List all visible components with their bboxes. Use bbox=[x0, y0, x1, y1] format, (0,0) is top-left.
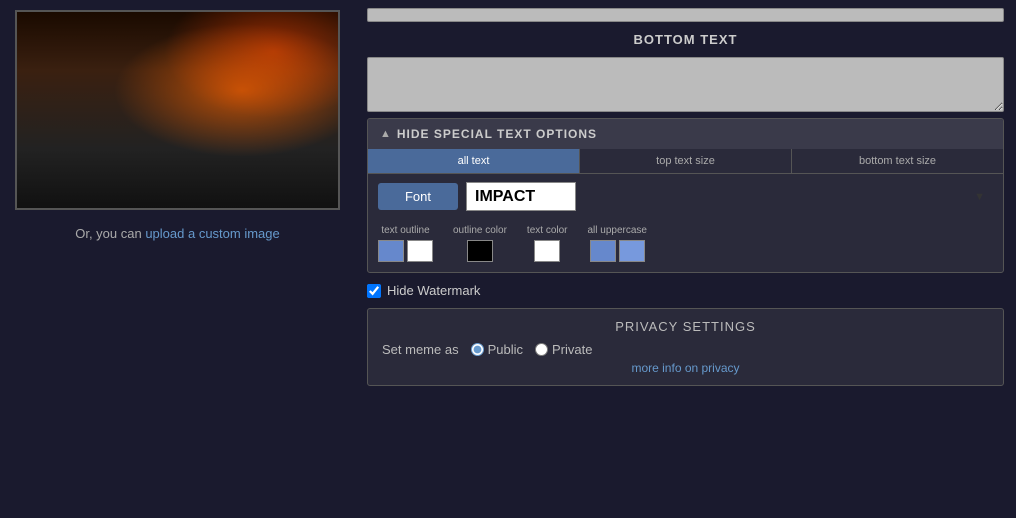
left-panel: Or, you can upload a custom image bbox=[0, 0, 355, 518]
font-button[interactable]: Font bbox=[378, 183, 458, 210]
outline-color-swatch-black[interactable] bbox=[467, 240, 493, 262]
text-outline-option: text outline bbox=[378, 225, 433, 262]
toggle-arrow-icon: ▲ bbox=[380, 128, 391, 140]
privacy-row: Set meme as Public Private bbox=[382, 342, 989, 357]
text-outline-swatch-white[interactable] bbox=[407, 240, 433, 262]
text-color-swatch-white[interactable] bbox=[534, 240, 560, 262]
outline-color-swatches bbox=[467, 240, 493, 262]
color-options-row: text outline outline color text color bbox=[368, 219, 1003, 272]
watermark-row: Hide Watermark bbox=[367, 279, 1004, 302]
tab-bottom-text-size[interactable]: bottom text size bbox=[792, 149, 1003, 173]
watermark-label: Hide Watermark bbox=[387, 283, 480, 298]
font-select[interactable]: IMPACT Arial Comic Sans bbox=[466, 182, 576, 211]
private-radio[interactable] bbox=[535, 343, 548, 356]
meme-bg bbox=[17, 12, 338, 208]
more-info-link[interactable]: more info on privacy bbox=[382, 361, 989, 375]
special-options-title: HIDE SPECIAL TEXT OPTIONS bbox=[397, 127, 597, 141]
top-text-input[interactable] bbox=[367, 8, 1004, 22]
private-option[interactable]: Private bbox=[535, 342, 592, 357]
text-color-label: text color bbox=[527, 225, 568, 236]
tab-top-text-size[interactable]: top text size bbox=[580, 149, 792, 173]
font-row: Font IMPACT Arial Comic Sans bbox=[368, 174, 1003, 219]
all-uppercase-swatches bbox=[590, 240, 645, 262]
text-color-swatches bbox=[534, 240, 560, 262]
text-outline-swatches bbox=[378, 240, 433, 262]
text-size-tabs: all text top text size bottom text size bbox=[368, 149, 1003, 174]
outline-color-label: outline color bbox=[453, 225, 507, 236]
text-outline-swatch-blue[interactable] bbox=[378, 240, 404, 262]
privacy-panel: PRIVACY SETTINGS Set meme as Public Priv… bbox=[367, 308, 1004, 386]
special-options-toggle[interactable]: ▲ HIDE SPECIAL TEXT OPTIONS bbox=[368, 119, 1003, 149]
public-radio[interactable] bbox=[471, 343, 484, 356]
outline-color-option: outline color bbox=[453, 225, 507, 262]
all-uppercase-option: all uppercase bbox=[588, 225, 647, 262]
all-uppercase-swatch-blue2[interactable] bbox=[619, 240, 645, 262]
set-meme-as-label: Set meme as bbox=[382, 342, 459, 357]
meme-preview bbox=[15, 10, 340, 210]
public-option[interactable]: Public bbox=[471, 342, 523, 357]
text-color-option: text color bbox=[527, 225, 568, 262]
special-options-panel: ▲ HIDE SPECIAL TEXT OPTIONS all text top… bbox=[367, 118, 1004, 273]
upload-link[interactable]: upload a custom image bbox=[145, 226, 279, 241]
privacy-title: PRIVACY SETTINGS bbox=[382, 319, 989, 334]
bottom-text-input[interactable] bbox=[367, 57, 1004, 112]
all-uppercase-label: all uppercase bbox=[588, 225, 647, 236]
right-panel: BOTTOM TEXT ▲ HIDE SPECIAL TEXT OPTIONS … bbox=[355, 0, 1016, 518]
upload-custom-text: Or, you can upload a custom image bbox=[75, 226, 280, 241]
public-label: Public bbox=[488, 342, 523, 357]
top-text-section bbox=[367, 8, 1004, 22]
tab-all-text[interactable]: all text bbox=[368, 149, 580, 173]
bottom-text-label: BOTTOM TEXT bbox=[367, 28, 1004, 51]
all-uppercase-swatch-blue[interactable] bbox=[590, 240, 616, 262]
private-label: Private bbox=[552, 342, 592, 357]
text-outline-label: text outline bbox=[381, 225, 429, 236]
watermark-checkbox[interactable] bbox=[367, 284, 381, 298]
font-select-wrapper: IMPACT Arial Comic Sans bbox=[466, 182, 993, 211]
upload-prefix: Or, you can bbox=[75, 226, 145, 241]
